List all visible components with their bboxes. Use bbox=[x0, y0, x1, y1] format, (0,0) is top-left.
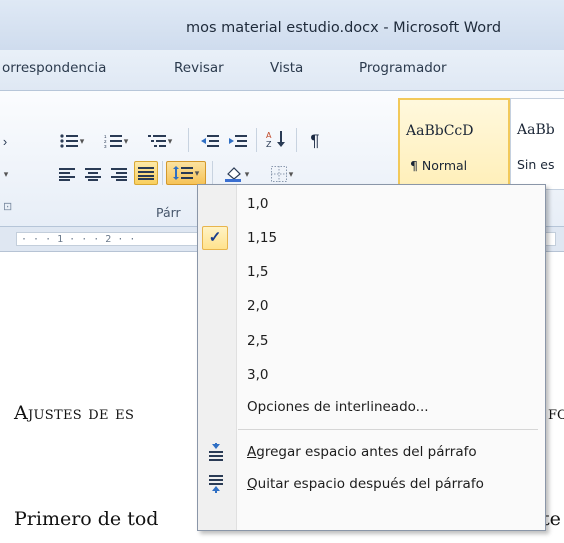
borders-icon bbox=[270, 166, 287, 182]
style-name: ¶ Normal bbox=[410, 158, 468, 173]
bullets-button[interactable]: ▾ bbox=[52, 130, 92, 152]
style-sample: AaBb bbox=[517, 122, 555, 138]
menu-item-label: 3,0 bbox=[247, 367, 269, 383]
menu-item-label: 2,0 bbox=[247, 298, 269, 314]
decrease-indent-button[interactable] bbox=[198, 130, 222, 152]
tab-vista[interactable]: Vista bbox=[270, 60, 303, 76]
svg-text:3: 3 bbox=[104, 144, 107, 148]
menu-item-1-5[interactable]: 1,5 bbox=[198, 257, 545, 287]
divider bbox=[188, 128, 189, 152]
show-formatting-button[interactable]: ¶ bbox=[303, 130, 327, 152]
multilevel-list-icon bbox=[147, 135, 166, 147]
align-left-button[interactable] bbox=[56, 163, 78, 185]
line-spacing-icon bbox=[172, 166, 193, 180]
menu-separator bbox=[238, 429, 538, 430]
justify-button[interactable] bbox=[134, 161, 158, 185]
chevron-down-icon: ▾ bbox=[194, 167, 200, 178]
divider bbox=[162, 161, 163, 185]
align-center-icon bbox=[85, 167, 101, 181]
menu-item-label: Opciones de interlineado... bbox=[247, 399, 429, 415]
numbering-button[interactable]: 1 2 3 ▾ bbox=[96, 130, 136, 152]
sort-icon: AZ bbox=[266, 131, 285, 148]
line-spacing-menu: 1,0 ✓ 1,15 1,5 2,0 2,5 3,0 Opciones de i… bbox=[197, 184, 546, 531]
menu-item-2-0[interactable]: 2,0 bbox=[198, 291, 545, 321]
style-normal[interactable]: AaBbCcD ¶ Normal bbox=[398, 98, 510, 192]
pilcrow-icon: ¶ bbox=[310, 131, 320, 150]
menu-item-label: 1,5 bbox=[247, 264, 269, 280]
group-label-paragraph: Párr bbox=[156, 205, 181, 220]
increase-indent-button[interactable] bbox=[226, 130, 250, 152]
decrease-indent-icon bbox=[201, 135, 219, 147]
shading-button[interactable]: ▾ bbox=[216, 163, 258, 185]
divider bbox=[212, 161, 213, 185]
menu-item-3-0[interactable]: 3,0 bbox=[198, 360, 545, 390]
divider bbox=[296, 128, 297, 152]
style-sample: AaBbCcD bbox=[406, 123, 474, 139]
menu-item-label: 1,0 bbox=[247, 196, 269, 212]
chevron-down-icon: ▾ bbox=[288, 168, 294, 179]
chevron-down-icon: ▾ bbox=[3, 168, 9, 179]
style-name: Sin es bbox=[517, 157, 555, 172]
sort-button[interactable]: AZ bbox=[263, 128, 289, 150]
multilevel-list-button[interactable]: ▾ bbox=[140, 130, 180, 152]
divider bbox=[256, 128, 257, 152]
menu-item-line-spacing-options[interactable]: Opciones de interlineado... bbox=[198, 392, 545, 422]
bullets-icon bbox=[60, 134, 78, 148]
menu-item-1-0[interactable]: 1,0 bbox=[198, 189, 545, 219]
menu-item-label: 1,15 bbox=[247, 230, 278, 246]
document-heading-tail: fo bbox=[548, 402, 564, 424]
menu-item-remove-space-after[interactable]: Quitar espacio después del párrafo bbox=[198, 469, 545, 499]
chevron-down-icon: ▾ bbox=[167, 135, 173, 146]
svg-text:A: A bbox=[266, 131, 272, 140]
checkmark-icon: ✓ bbox=[202, 226, 228, 250]
align-left-icon bbox=[59, 167, 75, 181]
align-right-icon bbox=[111, 167, 127, 181]
tab-programador[interactable]: Programador bbox=[359, 60, 447, 76]
document-paragraph: Primero de tod bbox=[14, 508, 159, 530]
ribbon-tabs: orrespondencia Revisar Vista Programador bbox=[0, 50, 564, 91]
dialog-launcher-icon[interactable]: ⊡ bbox=[3, 200, 12, 213]
increase-indent-icon bbox=[229, 135, 247, 147]
menu-item-add-space-before[interactable]: Agregar espacio antes del párrafo bbox=[198, 437, 545, 467]
document-heading: Ajustes de es bbox=[14, 402, 135, 424]
menu-item-2-5[interactable]: 2,5 bbox=[198, 326, 545, 356]
title-bar: mos material estudio.docx - Microsoft Wo… bbox=[0, 0, 564, 51]
style-sin-espaciado[interactable]: AaBb Sin es bbox=[510, 98, 564, 190]
menu-item-label: Quitar espacio después del párrafo bbox=[247, 476, 484, 492]
numbering-icon: 123 bbox=[104, 134, 122, 148]
partial-icon: › bbox=[2, 133, 8, 149]
svg-text:Z: Z bbox=[266, 140, 272, 148]
chevron-down-icon: ▾ bbox=[244, 168, 250, 179]
chevron-down-icon: ▾ bbox=[123, 135, 129, 146]
line-spacing-button[interactable]: ▾ bbox=[166, 161, 206, 185]
menu-item-label: Agregar espacio antes del párrafo bbox=[247, 444, 477, 460]
align-center-button[interactable] bbox=[82, 163, 104, 185]
window-title: mos material estudio.docx - Microsoft Wo… bbox=[186, 20, 502, 36]
tab-correspondencia[interactable]: orrespondencia bbox=[2, 60, 106, 76]
menu-item-1-15[interactable]: ✓ 1,15 bbox=[198, 223, 545, 253]
align-right-button[interactable] bbox=[108, 163, 130, 185]
shading-icon bbox=[224, 167, 241, 182]
menu-item-label: 2,5 bbox=[247, 333, 269, 349]
remove-space-after-icon bbox=[209, 475, 223, 493]
borders-button[interactable]: ▾ bbox=[262, 163, 302, 185]
chevron-down-icon: ▾ bbox=[79, 135, 85, 146]
tab-revisar[interactable]: Revisar bbox=[174, 60, 224, 76]
add-space-before-icon bbox=[209, 443, 223, 461]
justify-icon bbox=[138, 166, 154, 180]
